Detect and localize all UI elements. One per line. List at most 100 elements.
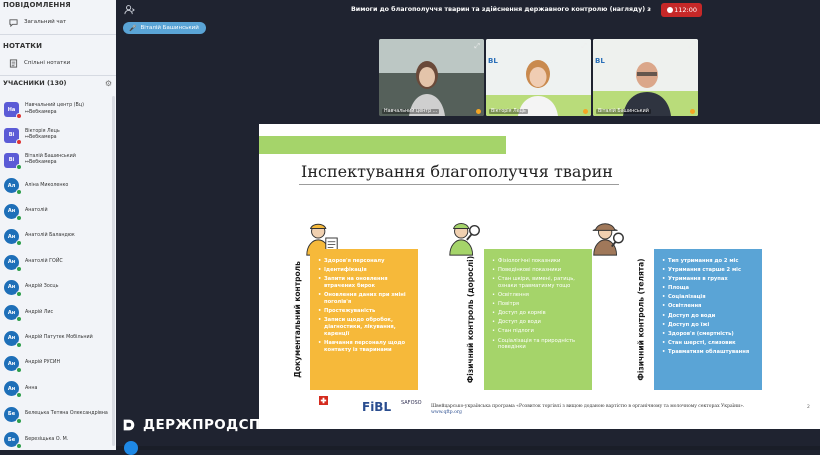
participant-row[interactable]: Ан Анатолій	[0, 199, 116, 224]
participant-row[interactable]: Ві Вікторія Лець ↦Вебкамера	[0, 122, 116, 147]
slide-bullet-item: Ідентифікація	[318, 267, 412, 274]
detective-icon	[592, 223, 624, 256]
status-badge	[16, 138, 22, 145]
users-toggle-icon[interactable]	[124, 4, 135, 18]
status-badge	[16, 341, 22, 348]
participants-list: На Навчальний центр (Вц) ↦Вебкамера Ві Вікто…	[0, 97, 116, 450]
column-label: Фізичний контроль (дорослі)	[466, 255, 476, 384]
slide-accent-bar	[259, 136, 506, 154]
status-badge	[16, 316, 22, 323]
main-area: Вимоги до благополуччя тварин та здійсне…	[116, 0, 820, 455]
column-label: Фізичний контроль (телята)	[636, 258, 646, 381]
participant-row[interactable]: Ан Андрій Зосць	[0, 275, 116, 300]
expand-icon[interactable]: ⤢	[581, 42, 587, 51]
slide-bullet-item: Записи щодо обробок, діагностики, лікува…	[318, 317, 412, 337]
participant-name: Анатолій ГОЙС	[25, 259, 63, 266]
participant-row[interactable]: Ан Андрій РУСИН	[0, 351, 116, 376]
participant-name-text: Андрій Зосць	[25, 284, 59, 290]
public-chat-label: Загальний чат	[24, 19, 67, 25]
webcam-tile[interactable]: ⤢ Навчальний центр ...	[379, 39, 484, 116]
slide-bullet-item: Травматизм облаштування	[662, 349, 756, 356]
webcam-video: BL	[593, 39, 698, 116]
participant-name-text: Андрій Патутек Мобільний	[25, 334, 93, 340]
status-icon	[476, 109, 481, 114]
participant-name: Березіщька О. М.	[25, 437, 68, 444]
slide-bullet-item: Здоров'я (смертність)	[662, 331, 756, 338]
expand-icon[interactable]: ⤢	[474, 42, 480, 51]
shared-notes-item[interactable]: Спільні нотатки	[0, 51, 116, 75]
participant-name: Андрій Лис	[25, 310, 53, 317]
slide-bullet-item: Тип утримання до 2 міс	[662, 258, 756, 265]
slide-bullet-item: Доступ до води	[662, 313, 756, 320]
participant-row[interactable]: Ан Анатолій Баландюк	[0, 224, 116, 249]
participant-row[interactable]: Бе Белецька Тетяна Олександрівна	[0, 402, 116, 427]
program-footer: Швейцарсько-українська програма «Розвито…	[431, 404, 791, 416]
avatar: На	[4, 102, 22, 120]
avatar-initials: Бе	[7, 436, 16, 443]
participant-webcam-status: ↦Вебкамера	[25, 160, 57, 166]
avatar: Ан	[4, 229, 22, 247]
meeting-title: Вимоги до благополуччя тварин та здійсне…	[351, 6, 651, 13]
participant-row[interactable]: Ал Аліна Миколенко	[0, 173, 116, 198]
status-badge	[16, 214, 22, 221]
slide-bullet-item: Доступ до їжі	[662, 322, 756, 329]
title-underline	[299, 184, 619, 185]
brand-logo-icon	[123, 419, 135, 431]
webcam-video	[379, 39, 484, 116]
avatar: Ан	[4, 305, 22, 323]
status-badge	[16, 240, 22, 247]
participant-row[interactable]: Ан Анна	[0, 376, 116, 401]
participant-row[interactable]: На Навчальний центр (Вц) ↦Вебкамера	[0, 97, 116, 122]
svg-text:BL: BL	[488, 57, 498, 65]
slide-bullet-item: Повітря	[492, 301, 586, 308]
participant-webcam-status: ↦Вебкамера	[25, 109, 57, 115]
participant-name: Аліна Миколенко	[25, 183, 68, 190]
shared-notes-label: Спільні нотатки	[24, 60, 71, 66]
recording-indicator[interactable]: 112:00	[661, 3, 702, 17]
avatar-initials: Ві	[8, 157, 15, 164]
participant-name-text: Андрій РУСИН	[25, 360, 61, 366]
action-button[interactable]	[124, 441, 138, 455]
notes-icon	[8, 58, 18, 68]
avatar-initials: Ан	[7, 385, 16, 392]
expand-icon[interactable]: ⤢	[688, 42, 694, 51]
speaker-name: Віталій Башинський	[140, 25, 199, 31]
brand-name: ДЕРЖПРОДСПОЖИВСЛУЖБА	[143, 417, 383, 433]
webcam-label: Віталій Башинський	[596, 109, 651, 114]
participant-row[interactable]: Ан Андрій Патутек Мобільний	[0, 326, 116, 351]
brand-watermark: ДЕРЖПРОДСПОЖИВСЛУЖБА	[123, 408, 383, 442]
slide-bullet-item: Соціалізація	[662, 294, 756, 301]
slide-bullet-item: Утримання старше 2 міс	[662, 267, 756, 274]
swiss-logo	[319, 396, 328, 407]
participant-name: Андрій РУСИН	[25, 360, 60, 367]
avatar: Ал	[4, 178, 22, 196]
status-badge	[16, 367, 22, 374]
slide-bullet-item: Стан шерсті, слизовик	[662, 340, 756, 347]
webcam-tile[interactable]: BL ⤢ Вікторія Лець	[486, 39, 591, 116]
participant-row[interactable]: Бе Березіщька О. М.	[0, 427, 116, 450]
participants-title: УЧАСНИКИ (130)	[3, 79, 67, 87]
public-chat-item[interactable]: Загальний чат	[0, 10, 116, 34]
participant-row[interactable]: Ві Віталій Башинський ↦Вебкамера	[0, 148, 116, 173]
participant-row[interactable]: Ан Анатолій ГОЙС	[0, 249, 116, 274]
safoso-logo: SAFOSO	[401, 400, 422, 406]
slide-page-number: 2	[807, 405, 810, 410]
participants-scrollbar[interactable]	[112, 96, 115, 446]
avatar: Ан	[4, 254, 22, 272]
participant-row[interactable]: Ан Андрій Лис	[0, 300, 116, 325]
messages-header: ПОВІДОМЛЕННЯ	[3, 1, 71, 9]
slide-bullet-item: Стан шкіри, вимені, ратиць, ознаки травм…	[492, 276, 586, 290]
avatar-initials: Ан	[7, 233, 16, 240]
slide-bullet-item: Навчання персоналу щодо контакту із твар…	[318, 340, 412, 354]
slide-title: Інспектування благополуччя тварин	[301, 162, 613, 181]
slide-bullet-item: Здоров'я персоналу	[318, 258, 412, 265]
slide-bullet-item: Стан підлоги	[492, 328, 586, 335]
participant-name-text: Андрій Лис	[25, 309, 54, 315]
avatar-initials: Ал	[7, 182, 16, 189]
gear-icon[interactable]: ⚙	[105, 79, 112, 88]
avatar: Бе	[4, 432, 22, 450]
slide-bullet-item: Площа	[662, 285, 756, 292]
webcam-label: Навчальний центр ...	[382, 109, 440, 114]
microphone-icon: 🎤	[129, 24, 137, 32]
webcam-tile[interactable]: BL ⤢ Віталій Башинський	[593, 39, 698, 116]
